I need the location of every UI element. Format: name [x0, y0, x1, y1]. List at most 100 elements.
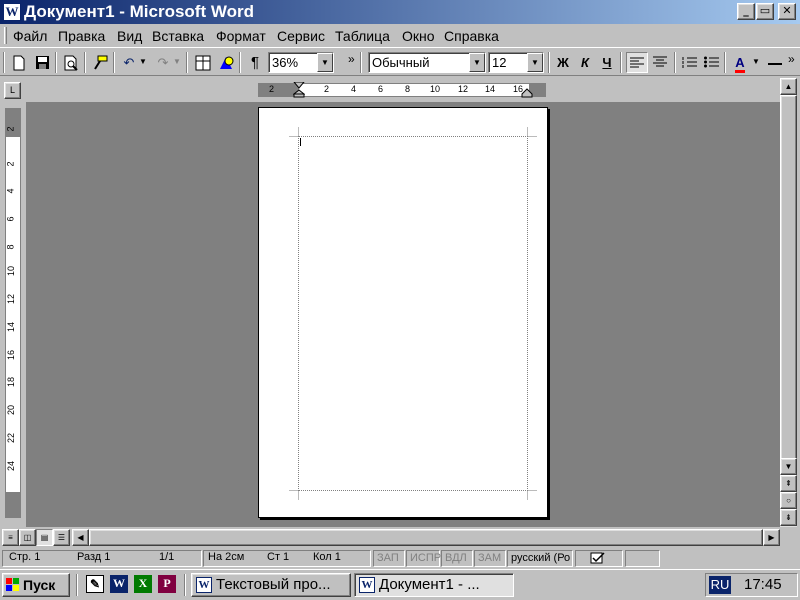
maximize-button[interactable]: ▭	[756, 3, 774, 20]
bold-button[interactable]: Ж	[552, 52, 574, 73]
tab-selector-button[interactable]: L	[4, 82, 21, 99]
normal-view-button[interactable]: ≡	[2, 529, 19, 546]
numbering-button[interactable]	[678, 52, 700, 73]
ruler-tick: 24	[6, 460, 17, 472]
menu-edit[interactable]: Правка	[58, 28, 105, 44]
format-painter-button[interactable]	[89, 52, 111, 73]
more-buttons-chevron-icon[interactable]: »	[788, 52, 795, 66]
more-buttons-chevron-icon[interactable]: »	[348, 52, 355, 66]
menu-view[interactable]: Вид	[117, 28, 142, 44]
redo-button[interactable]: ↷	[152, 52, 174, 73]
status-language[interactable]: русский (Ро	[507, 550, 573, 567]
font-color-icon: A	[735, 55, 745, 73]
status-spelling[interactable]	[575, 550, 623, 567]
tables-borders-button[interactable]	[192, 52, 214, 73]
text-boundary[interactable]	[298, 136, 528, 491]
crop-mark	[528, 490, 537, 491]
toolbar-grip[interactable]	[3, 52, 5, 73]
previous-page-button[interactable]: ⇞	[780, 475, 797, 492]
drawing-button[interactable]	[215, 52, 237, 73]
status-ovr[interactable]: ЗАМ	[474, 550, 506, 567]
system-tray: RU 17:45	[705, 573, 798, 597]
align-left-button[interactable]	[626, 52, 648, 73]
show-formatting-button[interactable]: ¶	[244, 52, 266, 73]
undo-button[interactable]: ↶	[118, 52, 140, 73]
menu-insert[interactable]: Вставка	[152, 28, 204, 44]
scroll-thumb[interactable]	[780, 95, 797, 465]
menu-table[interactable]: Таблица	[335, 28, 390, 44]
ruler-tick: 14	[485, 84, 496, 94]
font-color-button[interactable]: A	[729, 52, 751, 73]
word-app-icon[interactable]: W	[3, 3, 21, 21]
task-button-document1[interactable]: W Документ1 - ...	[354, 573, 514, 597]
task-button-text-processor[interactable]: W Текстовый про...	[191, 573, 351, 597]
scroll-right-button[interactable]: ▶	[763, 529, 780, 546]
horizontal-scroll-thumb[interactable]	[89, 529, 763, 546]
bullets-button[interactable]	[700, 52, 722, 73]
tab-left-icon: L	[9, 85, 15, 95]
next-page-button[interactable]: ⇟	[780, 509, 797, 526]
crop-mark	[528, 136, 537, 137]
new-document-button[interactable]	[8, 52, 30, 73]
font-size-combo[interactable]: 12 ▼	[488, 52, 544, 73]
formatting-toolbar: ↶ ▼ ↷ ▼ ¶ 36% ▼ » Обычный ▼ 12 ▼ Ж К Ч A…	[0, 47, 800, 76]
quicklaunch-powerpoint-icon[interactable]: P	[158, 575, 176, 593]
font-size-dropdown-icon[interactable]: ▼	[527, 53, 543, 72]
redo-dropdown[interactable]: ▼	[173, 57, 181, 66]
quicklaunch-desktop-icon[interactable]: ✎	[86, 575, 104, 593]
scroll-up-button[interactable]: ▲	[780, 78, 797, 95]
web-view-button[interactable]: ◫	[19, 529, 36, 546]
menu-window[interactable]: Окно	[402, 28, 435, 44]
align-center-button[interactable]	[649, 52, 671, 73]
double-up-icon: ⇞	[785, 479, 792, 488]
right-indent-marker-icon[interactable]	[521, 88, 533, 98]
arrow-left-icon: ◀	[77, 533, 84, 542]
menu-format[interactable]: Формат	[216, 28, 266, 44]
ruler-tick: 12	[6, 293, 17, 305]
menu-file[interactable]: Файл	[13, 28, 47, 44]
font-color-dropdown[interactable]: ▼	[752, 57, 760, 66]
style-combo[interactable]: Обычный ▼	[368, 52, 486, 73]
status-ext[interactable]: ВДЛ	[441, 550, 473, 567]
menu-tools[interactable]: Сервис	[277, 28, 325, 44]
close-button[interactable]: ✕	[778, 3, 796, 20]
scroll-down-button[interactable]: ▼	[780, 458, 797, 475]
outline-view-button[interactable]: ☰	[53, 529, 70, 546]
vertical-scrollbar[interactable]: ▲ ▼ ⇞ ○ ⇟	[780, 78, 797, 527]
undo-dropdown[interactable]: ▼	[139, 57, 147, 66]
vertical-ruler[interactable]: 2 2 4 6 8 10 12 14 16 18 20 22 24	[5, 108, 21, 518]
select-browse-object-button[interactable]: ○	[780, 492, 797, 509]
quicklaunch-word-icon[interactable]: W	[110, 575, 128, 593]
italic-button[interactable]: К	[574, 52, 596, 73]
outline-view-icon: ☰	[57, 533, 66, 542]
minimize-icon: _	[743, 4, 749, 17]
menu-help[interactable]: Справка	[444, 28, 499, 44]
print-preview-button[interactable]	[60, 52, 82, 73]
toolbar-separator	[674, 52, 676, 73]
minimize-button[interactable]: _	[737, 3, 755, 20]
taskbar-separator	[184, 574, 186, 596]
page-layout-view-button[interactable]: ▤	[36, 529, 53, 546]
quicklaunch-excel-icon[interactable]: X	[134, 575, 152, 593]
toolbar-separator	[360, 52, 362, 73]
align-center-icon	[653, 56, 667, 67]
status-rec[interactable]: ЗАП	[373, 550, 405, 567]
zoom-dropdown-icon[interactable]: ▼	[317, 53, 333, 72]
underline-button[interactable]: Ч	[596, 52, 618, 73]
border-button[interactable]	[764, 52, 786, 73]
ruler-tick: 6	[5, 216, 16, 222]
save-button[interactable]	[31, 52, 53, 73]
horizontal-ruler[interactable]: 2 2 4 6 8 10 12 14 16	[258, 82, 546, 98]
language-indicator[interactable]: RU	[709, 576, 731, 594]
zoom-combo[interactable]: 36% ▼	[268, 52, 334, 73]
underline-icon: Ч	[602, 55, 612, 70]
status-trk[interactable]: ИСПР	[406, 550, 441, 567]
title-bar[interactable]: W Документ1 - Microsoft Word _ ▭ ✕	[0, 0, 800, 24]
menu-grip[interactable]	[4, 27, 7, 44]
clock[interactable]: 17:45	[744, 576, 782, 593]
start-button[interactable]: Пуск	[2, 573, 70, 597]
left-indent-marker-icon[interactable]	[293, 82, 305, 98]
taskbar: Пуск ✎ W X P W Текстовый про... W Докуме…	[0, 569, 800, 600]
scroll-left-button[interactable]: ◀	[72, 529, 89, 546]
style-dropdown-icon[interactable]: ▼	[469, 53, 485, 72]
